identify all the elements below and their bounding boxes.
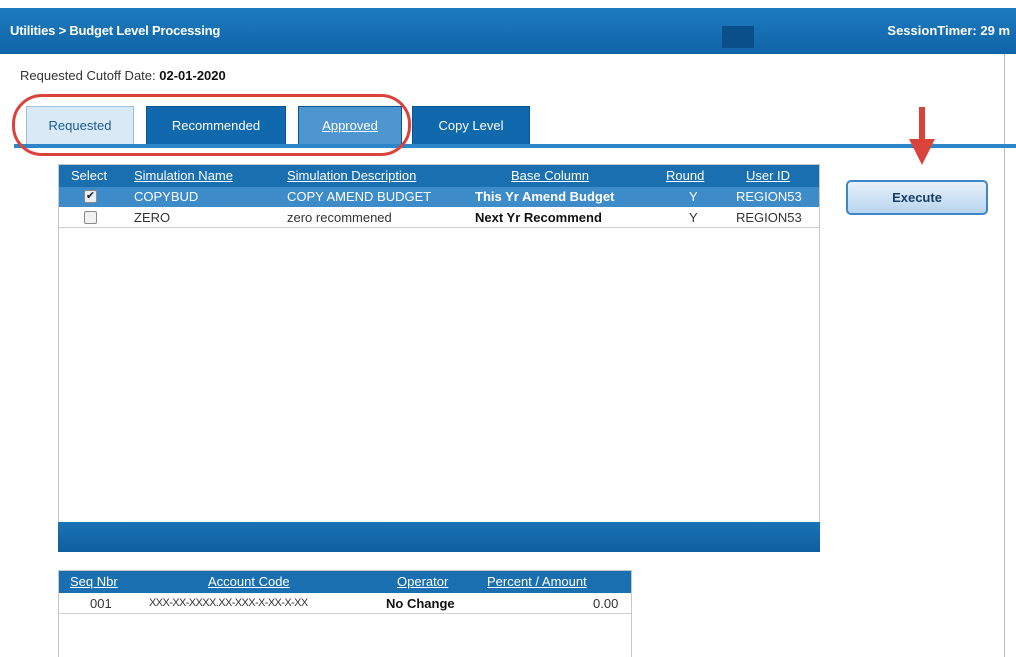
cell-name: COPYBUD (134, 189, 199, 204)
col-base-column[interactable]: Base Column (511, 168, 589, 183)
execute-button[interactable]: Execute (846, 180, 988, 215)
col-simulation-name[interactable]: Simulation Name (134, 168, 233, 183)
session-timer: SessionTimer: 29 m (887, 23, 1010, 38)
simulation-grid: Select Simulation Name Simulation Descri… (58, 164, 820, 552)
col-user-id[interactable]: User ID (746, 168, 790, 183)
simulation-grid-footer (58, 522, 820, 552)
col-percent-amount[interactable]: Percent / Amount (487, 574, 587, 589)
cell-user-id: REGION53 (736, 189, 802, 204)
tab-copy-level[interactable]: Copy Level (412, 106, 530, 144)
cutoff-value: 02-01-2020 (159, 68, 226, 83)
cell-round: Y (689, 210, 698, 225)
col-simulation-description[interactable]: Simulation Description (287, 168, 416, 183)
table-row[interactable]: ✔ COPYBUD COPY AMEND BUDGET This Yr Amen… (59, 187, 819, 207)
cell-name: ZERO (134, 210, 171, 225)
col-round[interactable]: Round (666, 168, 704, 183)
col-account-code[interactable]: Account Code (208, 574, 290, 589)
cutoff-date: Requested Cutoff Date: 02-01-2020 (20, 68, 226, 83)
cell-description: zero recommened (287, 210, 392, 225)
account-grid-header: Seq Nbr Account Code Operator Percent / … (59, 571, 631, 593)
cell-seq: 001 (90, 596, 112, 611)
simulation-grid-header: Select Simulation Name Simulation Descri… (59, 165, 819, 187)
tab-requested[interactable]: Requested (26, 106, 134, 144)
cell-base-column: This Yr Amend Budget (475, 189, 615, 204)
row-checkbox[interactable]: ✔ (84, 190, 97, 203)
tab-approved[interactable]: Approved (298, 106, 402, 144)
cell-round: Y (689, 189, 698, 204)
col-operator[interactable]: Operator (397, 574, 448, 589)
breadcrumb: Utilities > Budget Level Processing (10, 23, 221, 38)
tab-recommended[interactable]: Recommended (146, 106, 286, 144)
header-block (722, 26, 754, 48)
cell-description: COPY AMEND BUDGET (287, 189, 432, 204)
arrow-down-icon (909, 107, 935, 165)
cell-operator: No Change (386, 596, 455, 611)
cell-amount: 0.00 (593, 596, 619, 611)
table-row[interactable]: 001 XXX-XX-XXXX.XX-XXX-X-XX-X-XX No Chan… (59, 594, 631, 614)
title-bar: Utilities > Budget Level Processing Sess… (0, 8, 1016, 54)
cutoff-label: Requested Cutoff Date: (20, 68, 160, 83)
cell-base-column: Next Yr Recommend (475, 210, 602, 225)
row-checkbox[interactable] (84, 211, 97, 224)
col-seq-nbr[interactable]: Seq Nbr (70, 574, 118, 589)
cell-user-id: REGION53 (736, 210, 802, 225)
col-select: Select (71, 168, 108, 183)
account-grid: Seq Nbr Account Code Operator Percent / … (58, 570, 632, 657)
table-row[interactable]: ZERO zero recommened Next Yr Recommend Y… (59, 208, 819, 228)
tab-underline (14, 144, 1016, 148)
cell-account-code: XXX-XX-XXXX.XX-XXX-X-XX-X-XX (149, 597, 308, 609)
